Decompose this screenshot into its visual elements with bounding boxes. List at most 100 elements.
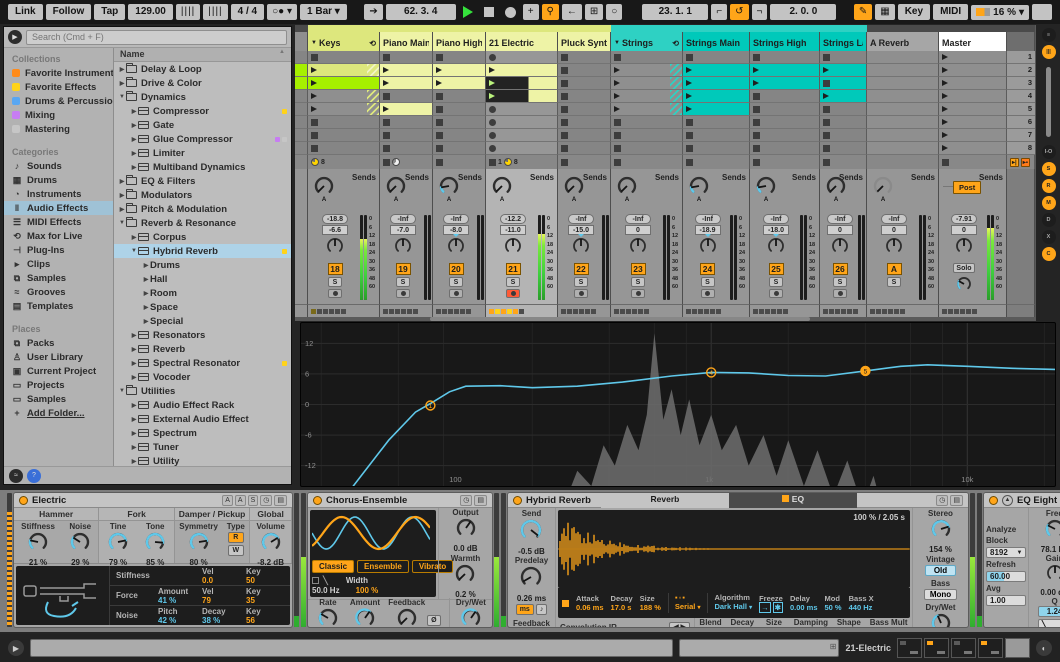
clip-slot[interactable] (433, 103, 486, 116)
send-a-knob[interactable]: A (313, 175, 335, 203)
param-shape[interactable]: Shape25.4 (837, 618, 861, 627)
send-a-knob[interactable]: A (438, 175, 460, 203)
clip-slot[interactable] (433, 129, 486, 142)
sends-cell-20[interactable]: Sends A (433, 169, 486, 212)
track-header-strings-layer[interactable]: Strings Layer (820, 32, 867, 51)
chevron-right-icon[interactable]: ▶ (130, 430, 138, 437)
clip-slot[interactable] (558, 142, 611, 155)
chevron-right-icon[interactable]: ▶ (118, 80, 126, 87)
param-feedback[interactable]: Feedback0.0 % (388, 598, 425, 627)
solo-button[interactable]: S (769, 277, 783, 287)
tree-item-spectrum[interactable]: ▶ Spectrum (114, 426, 291, 440)
device-header-icon[interactable]: ▤ (950, 494, 963, 506)
eq-eight-expanded-display[interactable]: 1260-6-121001k10k145 (300, 322, 1056, 487)
follow-button[interactable]: Follow (45, 4, 92, 20)
volume-value[interactable]: -11.0 (500, 225, 526, 235)
sidebar-item-projects[interactable]: ▭ Projects (4, 378, 113, 392)
track-header-keys[interactable]: ▼ Keys ⟲ (308, 32, 380, 51)
pan-knob[interactable] (393, 236, 413, 261)
toggle-r[interactable]: R (1041, 179, 1056, 193)
tree-item-corpus[interactable]: ▶ Corpus (114, 230, 291, 244)
clip-slot[interactable] (380, 64, 433, 77)
playing-clip-slot[interactable] (486, 77, 558, 90)
time-signature-field[interactable]: 4 / 4 (230, 4, 265, 20)
param-symmetry[interactable]: Symmetry 80 % (179, 522, 218, 567)
tree-item-reverb[interactable]: ▶ Reverb (114, 342, 291, 356)
clip-slot[interactable] (750, 90, 820, 103)
chevron-down-icon[interactable]: ▼ (118, 388, 126, 394)
param-knob[interactable] (930, 612, 952, 627)
solo-button[interactable]: S (631, 277, 645, 287)
filter-type-select[interactable]: ╲▼ (1037, 619, 1060, 627)
collapse-icon[interactable]: ▲ (1002, 494, 1013, 506)
punch-out-icon[interactable]: ¬ (751, 4, 768, 20)
track-header-pluck-synth[interactable]: Pluck Synth (558, 32, 611, 51)
send-a-knob[interactable]: A (872, 175, 894, 203)
chevron-right-icon[interactable]: ▶ (118, 192, 126, 199)
clip-slot[interactable] (683, 142, 750, 155)
track-status-cell[interactable]: 18 (486, 155, 558, 169)
sidebar-item-current-project[interactable]: ▣ Current Project (4, 364, 113, 378)
peak-level-value[interactable]: -Inf (881, 214, 907, 224)
send-a-knob[interactable]: A (563, 175, 585, 203)
track-status-cell[interactable] (611, 155, 683, 169)
arm-button[interactable] (700, 289, 715, 298)
empty-slot[interactable] (867, 142, 939, 155)
tree-item-vocoder[interactable]: ▶ Vocoder (114, 370, 291, 384)
track-activator[interactable]: 26 (832, 263, 848, 275)
solo-button[interactable]: S (833, 277, 847, 287)
group-unfold-icon[interactable]: ⟲ (672, 39, 679, 48)
nudge-down-icon[interactable]: |||| (175, 4, 201, 20)
back-to-arrangement-icon[interactable]: ← (561, 4, 582, 20)
clip-slot[interactable] (558, 103, 611, 116)
group-fold-icon[interactable]: ▼ (311, 40, 317, 46)
param-stereo[interactable]: Stereo 154 % (928, 509, 953, 554)
empty-slot[interactable] (867, 77, 939, 90)
track-header-piano-main[interactable]: Piano Main (380, 32, 433, 51)
arm-button[interactable] (769, 289, 783, 298)
scene-launch-slot[interactable] (939, 90, 1007, 103)
param-tine[interactable]: Tine 79 % (107, 522, 129, 567)
arm-button[interactable] (574, 289, 588, 298)
device-indicators[interactable] (380, 304, 433, 317)
pan-knob[interactable] (446, 234, 466, 261)
selection-box-icon[interactable]: ⊞ (584, 4, 604, 20)
device-thumbnail[interactable] (951, 638, 976, 658)
device-indicators[interactable] (611, 304, 683, 317)
param-tone[interactable]: Tone 85 % (144, 522, 166, 567)
clip-slot[interactable] (750, 64, 820, 77)
pan-knob[interactable] (503, 236, 523, 261)
clip-slot[interactable] (683, 116, 750, 129)
ir-param-attack[interactable]: Attack 0.06 ms (576, 594, 604, 612)
peak-level-value[interactable]: -18.8 (322, 214, 348, 224)
sends-cell-master[interactable]: Sends Post (939, 169, 1007, 212)
clip-slot[interactable] (558, 77, 611, 90)
solo-button[interactable]: S (574, 277, 588, 287)
param-knob[interactable] (731, 627, 753, 628)
send-a-knob[interactable]: A (491, 175, 513, 203)
param-knob[interactable] (69, 531, 91, 558)
param-rate[interactable]: Rate0.90 Hz (314, 598, 342, 627)
clip-slot[interactable] (308, 77, 380, 90)
volume-value[interactable]: 0 (881, 225, 907, 235)
clip-slot[interactable] (433, 116, 486, 129)
param-knob[interactable] (107, 531, 129, 558)
pan-knob[interactable] (884, 236, 904, 261)
tap-tempo-button[interactable]: Tap (94, 4, 126, 20)
clip-slot[interactable] (433, 51, 486, 64)
empty-slot[interactable] (867, 64, 939, 77)
device-indicators[interactable] (433, 304, 486, 317)
sends-cell-25[interactable]: Sends A (750, 169, 820, 212)
stop-all-clips-button[interactable]: ▸| (1010, 157, 1019, 167)
param-dry-wet[interactable]: Dry/Wet63 % (456, 598, 486, 627)
chevron-right-icon[interactable]: ▶ (130, 360, 138, 367)
toggle-s[interactable]: S (1041, 162, 1056, 176)
arm-button[interactable] (328, 289, 342, 298)
clip-slot[interactable] (486, 116, 558, 129)
chevron-down-icon[interactable]: ▼ (118, 94, 126, 100)
device-indicators[interactable] (939, 304, 1007, 317)
clip-slot[interactable] (820, 142, 867, 155)
clip-slot[interactable] (308, 142, 380, 155)
clip-slot[interactable] (308, 51, 380, 64)
arm-button[interactable] (449, 289, 463, 298)
